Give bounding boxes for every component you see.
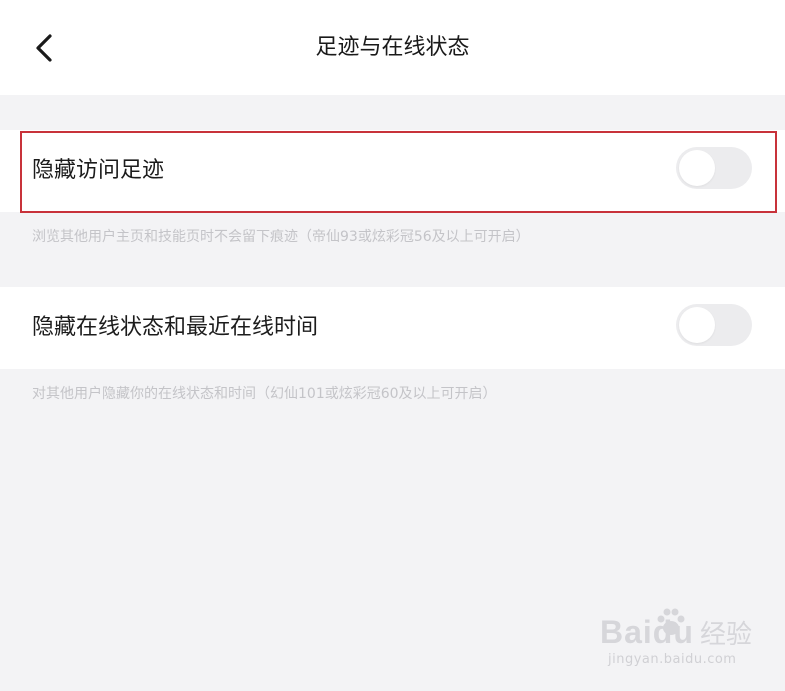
page-title: 足迹与在线状态 <box>315 35 470 60</box>
toggle-knob <box>679 307 715 343</box>
paw-icon <box>657 608 685 635</box>
watermark-product: 经验 <box>700 620 753 650</box>
baidu-jingyan-watermark: Baidu 经验 jingyan.baidu.com <box>600 606 760 676</box>
setting-row-hide-online-status[interactable]: 隐藏在线状态和最近在线时间 <box>0 287 785 369</box>
setting-label: 隐藏在线状态和最近在线时间 <box>32 315 319 340</box>
setting-label: 隐藏访问足迹 <box>32 158 165 183</box>
watermark-url: jingyan.baidu.com <box>608 652 737 667</box>
toggle-knob <box>679 150 715 186</box>
hide-online-status-toggle[interactable] <box>676 304 752 346</box>
navigation-bar: 足迹与在线状态 <box>0 0 785 95</box>
hide-visit-footprint-toggle[interactable] <box>676 147 752 189</box>
setting-hint: 对其他用户隐藏你的在线状态和时间（幻仙101或炫彩冠60及以上可开启） <box>32 386 497 402</box>
setting-row-hide-visit-footprint[interactable]: 隐藏访问足迹 <box>0 130 785 212</box>
setting-hint: 浏览其他用户主页和技能页时不会留下痕迹（帝仙93或炫彩冠56及以上可开启） <box>32 229 530 245</box>
